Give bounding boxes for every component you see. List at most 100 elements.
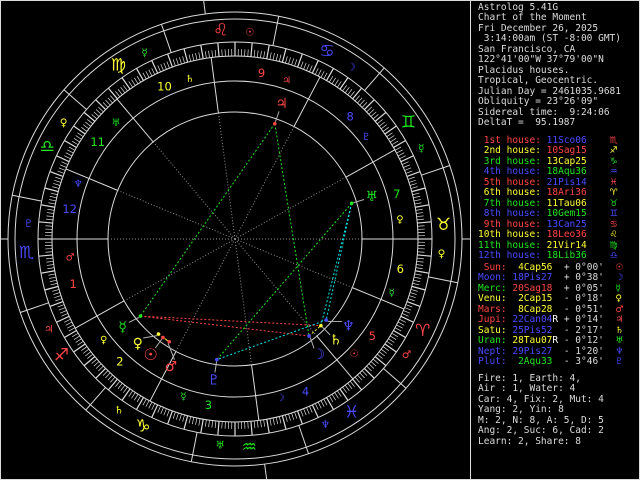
degree-tick bbox=[393, 139, 406, 149]
sign-scorpio-icon: ♏ bbox=[19, 243, 34, 263]
house-ruler-icon: ♂ bbox=[66, 253, 75, 264]
house-cusp-spoke bbox=[234, 238, 353, 289]
degree-tick bbox=[334, 392, 339, 399]
degree-tick bbox=[123, 85, 128, 92]
degree-tick bbox=[160, 407, 164, 415]
degree-tick bbox=[378, 351, 385, 357]
degree-tick bbox=[400, 155, 414, 163]
degree-tick bbox=[98, 365, 104, 372]
degree-tick bbox=[407, 298, 415, 302]
house-ruler-icon: ☽ bbox=[276, 393, 285, 404]
degree-tick bbox=[253, 420, 256, 428]
house-cusp-position: 21Vir14 bbox=[546, 239, 587, 251]
degree-tick bbox=[56, 155, 70, 163]
planet-position: 28Tau07 bbox=[512, 335, 553, 347]
degree-tick bbox=[413, 276, 421, 279]
degree-tick bbox=[67, 324, 74, 329]
house-cusp-spoke bbox=[117, 189, 236, 240]
degree-tick bbox=[390, 335, 397, 340]
degree-tick bbox=[391, 332, 399, 338]
degree-tick bbox=[64, 329, 77, 339]
planet-dot-uranus bbox=[349, 201, 354, 206]
degree-tick bbox=[81, 127, 88, 132]
house-cusp-line bbox=[116, 98, 154, 143]
house-number-2: 2 bbox=[116, 354, 123, 368]
degree-tick bbox=[75, 338, 82, 343]
degree-tick bbox=[107, 378, 118, 391]
degree-tick bbox=[366, 106, 372, 113]
planet-connector bbox=[353, 199, 365, 204]
degree-tick bbox=[309, 406, 313, 413]
sign-capricorn-icon: ♑ bbox=[135, 417, 150, 437]
degree-tick bbox=[83, 356, 96, 367]
house-ruler-icon: ♅ bbox=[111, 118, 120, 129]
degree-tick bbox=[269, 418, 272, 426]
degree-tick bbox=[68, 327, 76, 332]
degree-tick bbox=[399, 318, 406, 323]
degree-tick bbox=[399, 155, 406, 160]
sign-ruler-icon: ♄ bbox=[114, 404, 123, 416]
degree-tick bbox=[337, 390, 342, 397]
degree-tick bbox=[135, 68, 145, 81]
degree-tick bbox=[275, 53, 279, 61]
degree-tick bbox=[317, 69, 322, 77]
degree-tick bbox=[300, 61, 304, 69]
planet-connector bbox=[214, 361, 218, 373]
house-cusp-spoke bbox=[152, 141, 236, 240]
planet-dot-venus bbox=[156, 332, 161, 336]
planet-connector bbox=[167, 343, 175, 360]
degree-tick bbox=[179, 413, 182, 421]
degree-tick bbox=[65, 321, 73, 326]
degree-tick bbox=[52, 186, 60, 189]
degree-tick bbox=[75, 135, 82, 140]
degree-tick bbox=[294, 59, 298, 67]
degree-tick bbox=[200, 419, 204, 434]
house-label: 1st house: bbox=[478, 135, 541, 146]
degree-tick bbox=[49, 199, 57, 202]
degree-tick bbox=[214, 50, 217, 58]
house-label: 12th house: bbox=[478, 249, 541, 261]
aspect-line-uranus-neptune bbox=[325, 203, 353, 321]
degree-tick bbox=[142, 398, 147, 406]
astrolog-window: ♈ ♂ ♉ ♀ ♊ ☿ ♋ ☽ ♌ ☉ ♍ ☿ ♎ ♀ ♏ ♇ ♐ ♃ ♑ ♄ ♒ ♅ ♓ ♆ 1 ♂ 2 ♀ 3 ☿ 4 ☽ 5 ☉ 6 ☿ 7 ♀ 8 ♇… bbox=[0, 0, 640, 480]
degree-tick bbox=[372, 358, 379, 364]
degree-tick bbox=[416, 260, 424, 263]
degree-tick bbox=[414, 202, 422, 205]
degree-tick bbox=[50, 282, 58, 286]
house-sign-icon: ♏ bbox=[609, 136, 618, 146]
house-label: 8th house: bbox=[478, 208, 541, 220]
house-number-9: 9 bbox=[258, 66, 265, 80]
degree-tick bbox=[102, 102, 109, 108]
planet-label: Nept: bbox=[478, 345, 507, 357]
degree-tick bbox=[272, 53, 275, 61]
chart-statistics: Fire: 1, Earth: 4, Air : 1, Water: 4 Car… bbox=[478, 373, 604, 447]
house-cusp-spoke bbox=[234, 238, 253, 365]
sign-aries-icon: ♈ bbox=[415, 321, 430, 341]
house-cusp-line bbox=[210, 57, 219, 114]
degree-tick bbox=[250, 42, 253, 57]
house-ruler-icon: ☿ bbox=[389, 288, 395, 299]
planet-dot-jupiter bbox=[272, 121, 277, 126]
degree-tick bbox=[325, 397, 335, 410]
sign-libra-icon: ♎ bbox=[40, 137, 55, 157]
chart-header: Astrolog 5.41G Chart of the Moment Fri D… bbox=[478, 2, 621, 128]
house-ruler-icon: ♆ bbox=[74, 179, 83, 190]
degree-tick bbox=[391, 140, 399, 146]
degree-tick bbox=[393, 329, 406, 339]
chart-wheel: ♈♂♉♀♊☿♋☽♌ ☉♍☿♎♀♏♇♐♃♑♄♒♅♓♆1♂2♀3☿ 4☽5☉6☿7♀8♇… bbox=[0, 0, 470, 480]
degree-tick bbox=[314, 403, 319, 410]
delta-t: DeltaT = 95.1987 bbox=[478, 116, 576, 128]
degree-tick bbox=[363, 367, 375, 379]
house-cusp-position: 10Sag15 bbox=[546, 145, 587, 157]
degree-tick bbox=[253, 50, 256, 58]
degree-tick bbox=[163, 408, 167, 416]
degree-tick bbox=[73, 125, 86, 135]
planet-velocity: - 2°17' bbox=[563, 324, 604, 336]
degree-tick bbox=[183, 415, 189, 430]
degree-tick bbox=[195, 417, 198, 425]
sign-ruler-icon: ☽ bbox=[346, 62, 355, 74]
degree-tick bbox=[91, 114, 98, 120]
